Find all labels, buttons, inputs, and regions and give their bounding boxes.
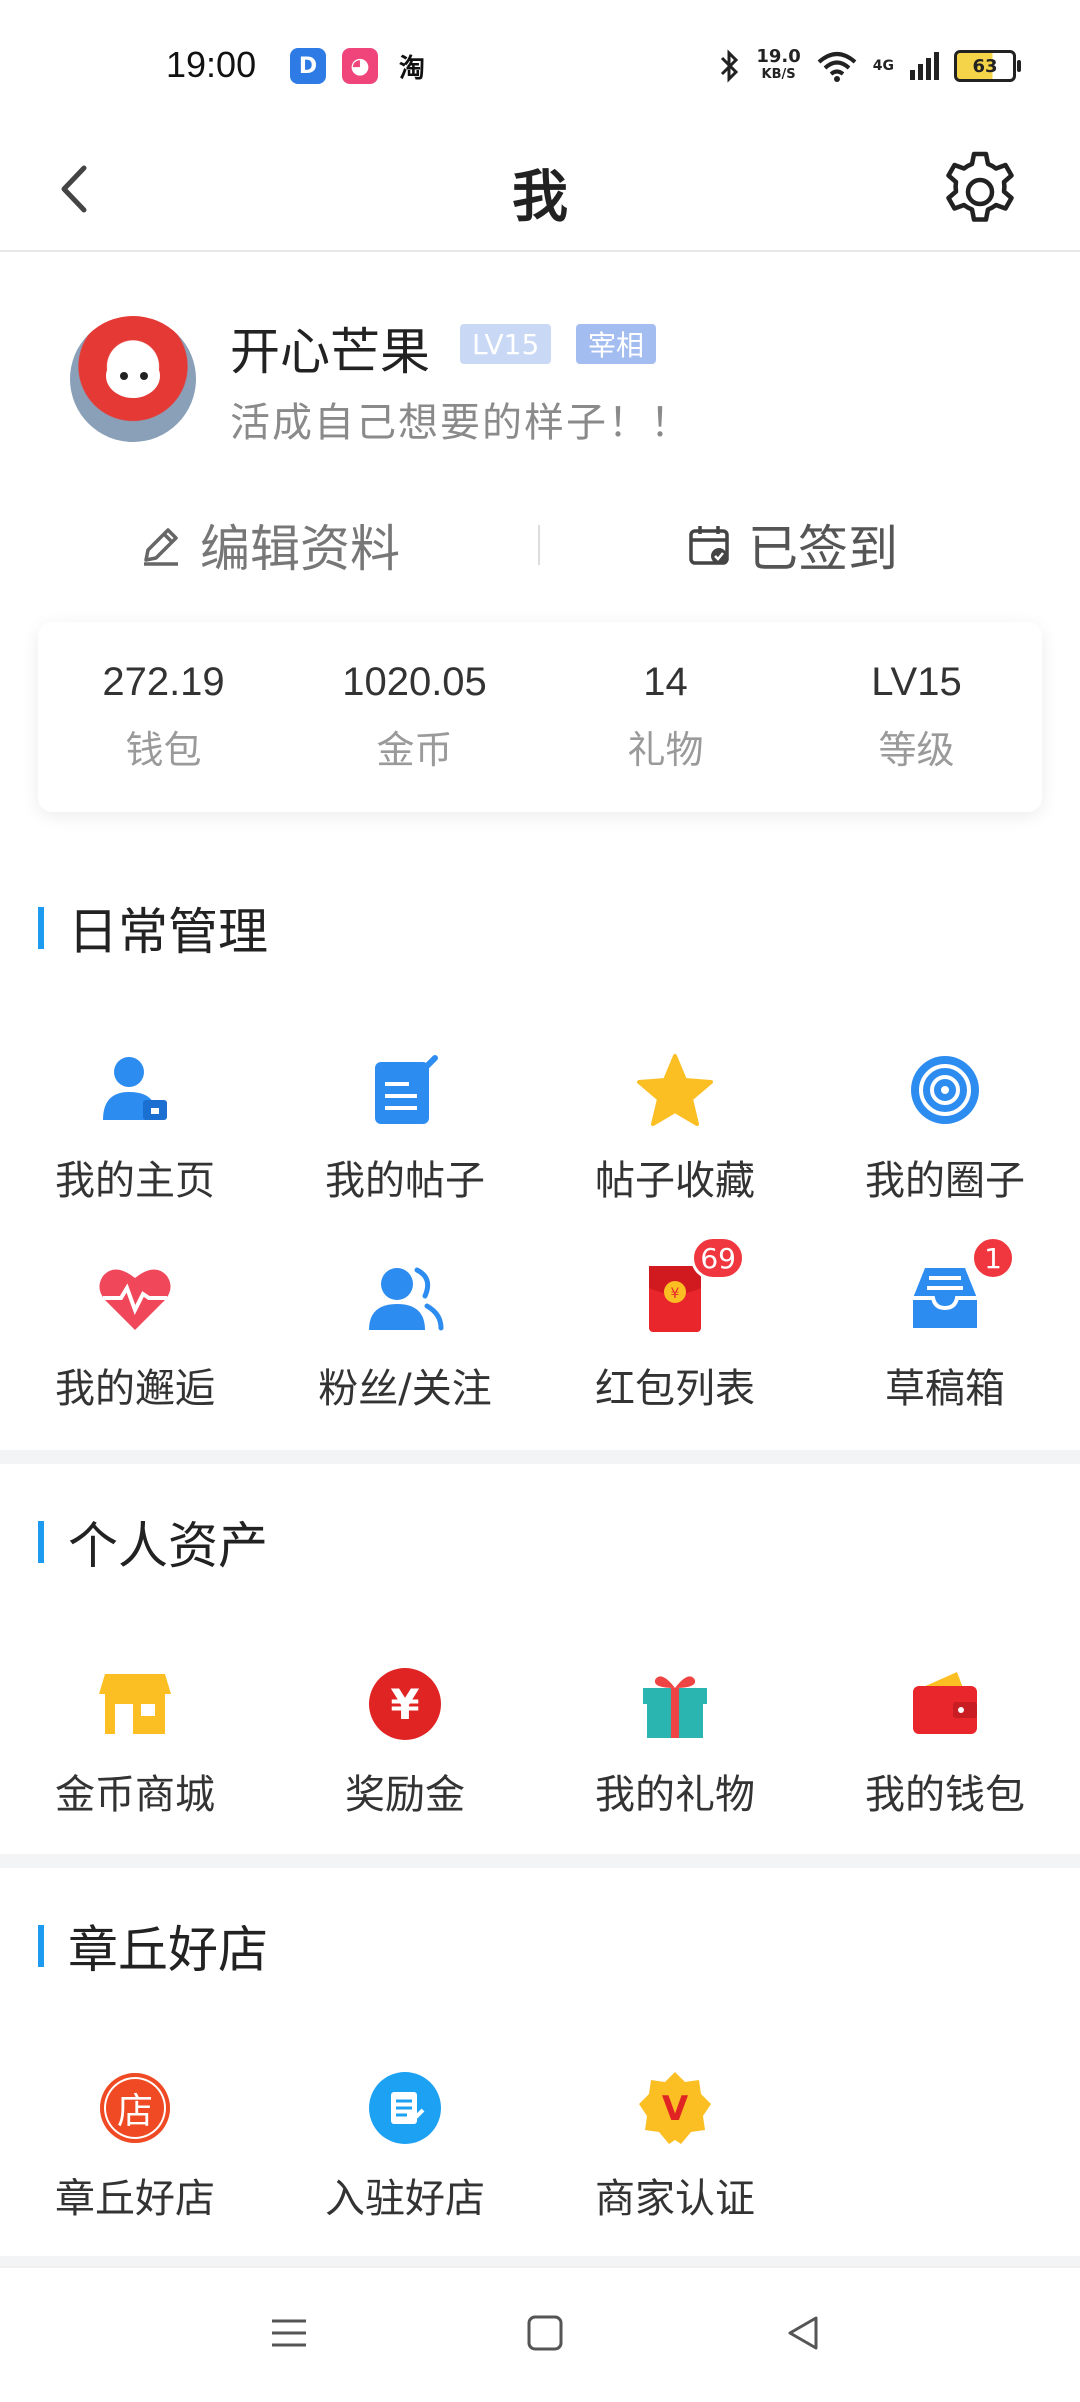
section-title-stores: 章丘好店 bbox=[38, 1910, 268, 1982]
page-title: 我 bbox=[512, 165, 568, 230]
network-type: 4G bbox=[872, 58, 894, 74]
section-divider bbox=[0, 1450, 1080, 1464]
heart-pulse-icon bbox=[99, 1269, 171, 1330]
taobao-icon: 淘 bbox=[398, 53, 425, 84]
menu-icon[interactable] bbox=[264, 2308, 314, 2358]
grid-item-my-posts[interactable]: 我的帖子 bbox=[270, 1050, 540, 1206]
section-title-assets: 个人资产 bbox=[38, 1506, 268, 1578]
app-notification-icon: D bbox=[290, 48, 326, 84]
section-divider bbox=[0, 1854, 1080, 1868]
stat-level[interactable]: LV15 等级 bbox=[791, 622, 1042, 812]
user-signature: 活成自己想要的样子！！ bbox=[230, 400, 692, 446]
grid-item-my-wallet[interactable]: 我的钱包 bbox=[810, 1664, 1080, 1820]
grid-item-my-homepage[interactable]: 我的主页 bbox=[0, 1050, 270, 1206]
top-app-bar: 我 bbox=[0, 130, 1080, 252]
checkin-label: 已签到 bbox=[748, 520, 898, 578]
star-icon bbox=[637, 1054, 713, 1126]
section-title-daily: 日常管理 bbox=[38, 892, 268, 964]
stat-wallet[interactable]: 272.19 钱包 bbox=[38, 622, 289, 812]
grid-item-my-circles[interactable]: 我的圈子 bbox=[810, 1050, 1080, 1206]
grid-item-red-packets[interactable]: ¥ 69 红包列表 bbox=[540, 1236, 810, 1414]
red-packet-count-badge: 69 bbox=[691, 1236, 745, 1280]
grid-item-my-gifts[interactable]: 我的礼物 bbox=[540, 1664, 810, 1820]
settings-gear-icon[interactable] bbox=[932, 140, 1028, 236]
status-bar: 19:00 D ◕ 淘 19.0 KB/S 4G 63 bbox=[0, 0, 1080, 130]
level-badge: LV15 bbox=[460, 324, 552, 364]
grid-item-zhangqiu-store[interactable]: 店 章丘好店 bbox=[0, 2068, 270, 2224]
stat-coins[interactable]: 1020.05 金币 bbox=[289, 622, 540, 812]
avatar[interactable] bbox=[70, 316, 196, 442]
system-navigation-bar bbox=[0, 2266, 1080, 2402]
stats-card: 272.19 钱包 1020.05 金币 14 礼物 LV15 等级 bbox=[38, 622, 1042, 812]
fans-icon bbox=[369, 1267, 444, 1331]
grid-item-drafts[interactable]: 1 草稿箱 bbox=[810, 1236, 1080, 1414]
join-store-icon bbox=[369, 2072, 441, 2144]
post-icon bbox=[375, 1055, 438, 1124]
network-speed: 19.0 KB/S bbox=[756, 46, 801, 83]
shop-icon bbox=[99, 1674, 171, 1734]
wallet-icon bbox=[913, 1672, 977, 1734]
back-triangle-icon[interactable] bbox=[778, 2308, 828, 2358]
username: 开心芒果 bbox=[230, 323, 430, 381]
battery-icon: 63 bbox=[954, 50, 1021, 82]
grid-item-post-favorites[interactable]: 帖子收藏 bbox=[540, 1050, 810, 1206]
stat-gifts[interactable]: 14 礼物 bbox=[540, 622, 791, 812]
home-square-icon[interactable] bbox=[520, 2308, 570, 2358]
grid-item-my-encounters[interactable]: 我的邂逅 bbox=[0, 1258, 270, 1414]
bluetooth-icon bbox=[721, 49, 739, 83]
gift-icon bbox=[643, 1676, 707, 1738]
edit-profile-button[interactable]: 编辑资料 bbox=[138, 510, 400, 580]
grid-item-fans-follows[interactable]: 粉丝/关注 bbox=[270, 1258, 540, 1414]
draft-count-badge: 1 bbox=[971, 1236, 1015, 1280]
signal-icon bbox=[910, 52, 939, 80]
yen-icon: ¥ bbox=[369, 1668, 441, 1740]
svg-text:V: V bbox=[662, 2089, 689, 2129]
divider bbox=[538, 525, 540, 565]
wifi-icon bbox=[817, 52, 857, 82]
store-icon: 店 bbox=[100, 2073, 170, 2143]
grid-item-merchant-verify[interactable]: V 商家认证 bbox=[540, 2068, 810, 2224]
app-notification-icon: ◕ bbox=[342, 48, 378, 84]
checkin-button[interactable]: 已签到 bbox=[686, 510, 898, 580]
grid-item-coin-mall[interactable]: 金币商城 bbox=[0, 1664, 270, 1820]
title-badge: 宰相 bbox=[576, 324, 657, 364]
grid-item-join-store[interactable]: 入驻好店 bbox=[270, 2068, 540, 2224]
edit-profile-label: 编辑资料 bbox=[200, 520, 400, 578]
calendar-check-icon bbox=[689, 526, 729, 565]
draft-box-icon bbox=[913, 1268, 977, 1328]
status-time: 19:00 bbox=[166, 44, 257, 85]
user-home-icon bbox=[103, 1057, 167, 1120]
pencil-icon bbox=[144, 528, 178, 566]
svg-text:¥: ¥ bbox=[671, 1286, 680, 1302]
merchant-verify-icon: V bbox=[639, 2072, 711, 2144]
circle-icon bbox=[911, 1056, 979, 1124]
grid-item-reward-money[interactable]: ¥ 奖励金 bbox=[270, 1664, 540, 1820]
